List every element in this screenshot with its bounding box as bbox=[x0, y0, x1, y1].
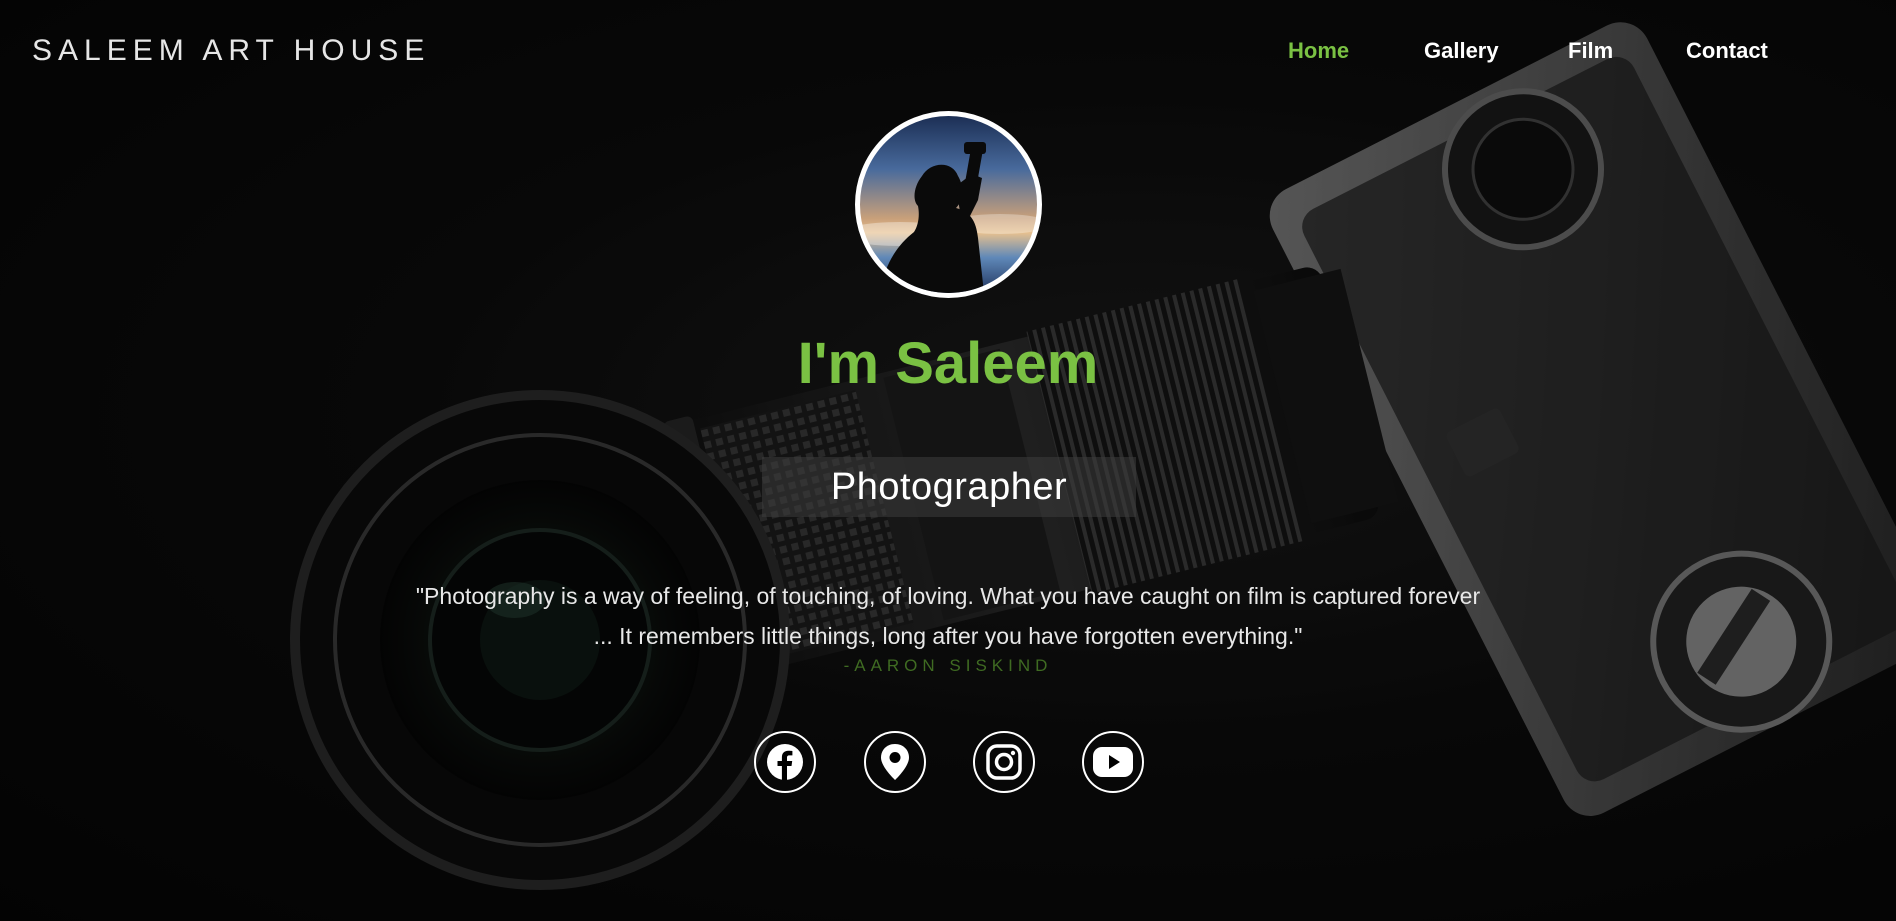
page: SALEEM ART HOUSE Home Gallery Film Conta… bbox=[0, 0, 1896, 921]
youtube-icon bbox=[1093, 747, 1133, 777]
photographer-silhouette bbox=[860, 142, 1037, 293]
role-badge: Photographer bbox=[762, 457, 1136, 517]
facebook-icon bbox=[767, 744, 803, 780]
quote-line-2: ... It remembers little things, long aft… bbox=[593, 623, 1303, 649]
quote-text: "Photography is a way of feeling, of tou… bbox=[348, 576, 1548, 656]
map-pin-icon bbox=[881, 744, 909, 780]
quote-line-1: "Photography is a way of feeling, of tou… bbox=[415, 583, 1481, 609]
instagram-link[interactable] bbox=[973, 731, 1035, 793]
youtube-link[interactable] bbox=[1082, 731, 1144, 793]
instagram-icon bbox=[986, 744, 1022, 780]
hero-headline: I'm Saleem bbox=[797, 331, 1099, 396]
nav-item-gallery[interactable]: Gallery bbox=[1424, 38, 1499, 64]
facebook-link[interactable] bbox=[754, 731, 816, 793]
role-text: Photographer bbox=[830, 465, 1068, 508]
quote-author: -AARON SISKIND bbox=[843, 656, 1053, 675]
site-logo-text[interactable]: SALEEM ART HOUSE bbox=[32, 34, 430, 68]
nav-item-film[interactable]: Film bbox=[1568, 38, 1613, 64]
location-link[interactable] bbox=[864, 731, 926, 793]
nav-item-contact[interactable]: Contact bbox=[1686, 38, 1768, 64]
profile-avatar bbox=[855, 111, 1042, 298]
nav-item-home[interactable]: Home bbox=[1288, 38, 1349, 64]
